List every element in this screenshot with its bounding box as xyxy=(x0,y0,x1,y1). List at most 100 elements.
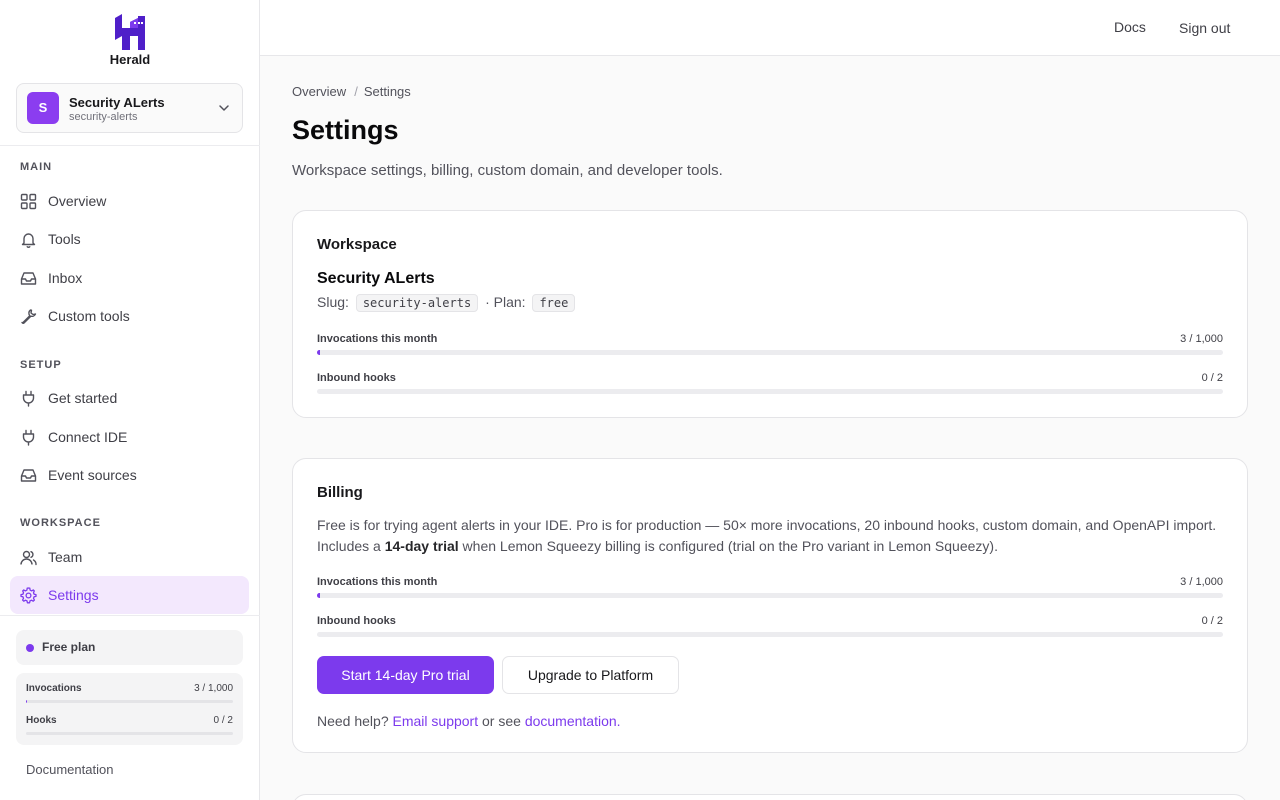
sidebar-item-label: Custom tools xyxy=(48,308,130,324)
sidebar-item-get-started[interactable]: Get started xyxy=(10,379,249,417)
usage-value: 0 / 2 xyxy=(213,715,233,726)
sidebar-item-tools[interactable]: Tools xyxy=(10,220,249,258)
usage-bar xyxy=(26,700,233,703)
sidebar-item-label: Connect IDE xyxy=(48,429,128,445)
gear-icon xyxy=(20,587,37,604)
progress-bar-fill xyxy=(317,593,320,598)
usage-label: Hooks xyxy=(26,715,57,726)
usage-label: Invocations xyxy=(26,683,82,694)
metric-value: 3 / 1,000 xyxy=(1180,333,1223,345)
upgrade-platform-button[interactable]: Upgrade to Platform xyxy=(502,656,679,694)
sidebar-item-label: Settings xyxy=(48,587,99,603)
sidebar: Herald S Security ALerts security-alerts… xyxy=(0,0,260,800)
progress-bar xyxy=(317,632,1223,637)
sidebar-item-event-sources[interactable]: Event sources xyxy=(10,456,249,494)
help-prefix: Need help? xyxy=(317,713,389,729)
help-text: Need help? Email support or see document… xyxy=(317,713,621,729)
workspace-meta: Slug: security-alerts · Plan: free xyxy=(317,294,578,312)
page-title: Settings xyxy=(292,115,399,145)
usage-row-invocations: Invocations 3 / 1,000 xyxy=(26,683,233,711)
usage-bar-fill xyxy=(26,700,27,703)
bell-icon xyxy=(21,233,36,248)
sidebar-item-team[interactable]: Team xyxy=(10,538,249,576)
workspace-title: Security ALerts xyxy=(317,270,435,287)
billing-desc-text: when Lemon Squeezy billing is configured… xyxy=(458,538,998,554)
usage-bar xyxy=(26,732,233,735)
section-label-workspace: WORKSPACE xyxy=(20,517,101,529)
usage-row-hooks: Hooks 0 / 2 xyxy=(26,715,233,743)
breadcrumb-separator: / xyxy=(354,84,358,100)
metric-value: 0 / 2 xyxy=(1201,615,1223,627)
workspace-switcher[interactable]: S Security ALerts security-alerts xyxy=(16,83,243,133)
metric-label: Inbound hooks xyxy=(317,372,396,384)
start-pro-trial-button[interactable]: Start 14-day Pro trial xyxy=(317,656,494,694)
next-settings-card xyxy=(292,794,1248,800)
sidebar-item-label: Event sources xyxy=(48,467,137,483)
inbox-icon xyxy=(20,272,37,285)
section-label-setup: SETUP xyxy=(20,359,62,371)
card-heading: Billing xyxy=(317,484,363,501)
sidebar-item-connect-ide[interactable]: Connect IDE xyxy=(10,418,249,456)
billing-description: Free is for trying agent alerts in your … xyxy=(317,515,1223,557)
brand[interactable]: Herald xyxy=(0,14,260,67)
sidebar-item-overview[interactable]: Overview xyxy=(10,182,249,220)
herald-logo-icon xyxy=(115,14,145,50)
sign-out-link[interactable]: Sign out xyxy=(1179,20,1230,36)
metric-invocations: Invocations this month 3 / 1,000 xyxy=(317,333,1223,357)
sidebar-item-label: Inbox xyxy=(48,270,83,286)
plan-badge: Free plan xyxy=(16,630,243,665)
metric-label: Inbound hooks xyxy=(317,615,396,627)
sidebar-item-label: Get started xyxy=(48,390,118,406)
workspace-name: Security ALerts xyxy=(69,95,165,110)
documentation-link[interactable]: documentation. xyxy=(525,713,621,729)
progress-bar xyxy=(317,389,1223,394)
plan-status-dot xyxy=(26,644,34,652)
card-heading: Workspace xyxy=(317,236,397,253)
usage-summary: Invocations 3 / 1,000 Hooks 0 / 2 xyxy=(16,673,243,745)
sidebar-item-inbox[interactable]: Inbox xyxy=(10,259,249,297)
email-support-link[interactable]: Email support xyxy=(393,713,479,729)
metric-label: Invocations this month xyxy=(317,576,438,588)
users-icon xyxy=(20,550,37,566)
breadcrumb: Overview / Settings xyxy=(292,83,411,99)
plug-icon xyxy=(22,429,35,446)
usage-value: 3 / 1,000 xyxy=(194,683,233,694)
sidebar-item-label: Tools xyxy=(48,231,81,247)
metric-value: 3 / 1,000 xyxy=(1180,576,1223,588)
slug-code: security-alerts xyxy=(355,294,479,312)
metric-invocations: Invocations this month 3 / 1,000 xyxy=(317,576,1223,600)
metric-value: 0 / 2 xyxy=(1201,372,1223,384)
workspace-card: Workspace Security ALerts Slug: security… xyxy=(292,210,1248,418)
top-bar: Docs Sign out xyxy=(260,0,1280,56)
breadcrumb-current: Settings xyxy=(363,84,411,100)
wrench-icon xyxy=(21,309,37,325)
billing-trial-highlight: 14-day trial xyxy=(384,538,459,554)
workspace-avatar: S xyxy=(27,92,59,124)
inbox-icon xyxy=(20,469,37,482)
plan-label: Free plan xyxy=(42,640,96,654)
progress-bar xyxy=(317,593,1223,598)
breadcrumb-overview[interactable]: Overview xyxy=(292,84,346,99)
sidebar-item-settings[interactable]: Settings xyxy=(10,576,249,614)
docs-link[interactable]: Docs xyxy=(1114,19,1146,35)
plug-icon xyxy=(22,390,35,407)
help-mid: or see xyxy=(482,713,521,729)
documentation-link[interactable]: Documentation xyxy=(26,762,113,777)
slug-label: Slug: xyxy=(317,294,349,310)
workspace-slug: security-alerts xyxy=(69,111,138,123)
sidebar-divider xyxy=(0,615,260,616)
progress-bar-fill xyxy=(317,350,320,355)
plan-code: free xyxy=(532,294,576,312)
grid-icon xyxy=(20,193,37,210)
sidebar-item-label: Overview xyxy=(48,193,107,209)
progress-bar xyxy=(317,350,1223,355)
sidebar-divider xyxy=(0,145,260,146)
sidebar-item-custom-tools[interactable]: Custom tools xyxy=(10,297,249,335)
sidebar-item-label: Team xyxy=(48,549,83,565)
chevron-down-icon xyxy=(219,105,229,111)
plan-label: · Plan: xyxy=(485,294,526,310)
section-label-main: MAIN xyxy=(20,161,53,173)
metric-label: Invocations this month xyxy=(317,333,438,345)
metric-inbound-hooks: Inbound hooks 0 / 2 xyxy=(317,372,1223,396)
metric-inbound-hooks: Inbound hooks 0 / 2 xyxy=(317,615,1223,639)
